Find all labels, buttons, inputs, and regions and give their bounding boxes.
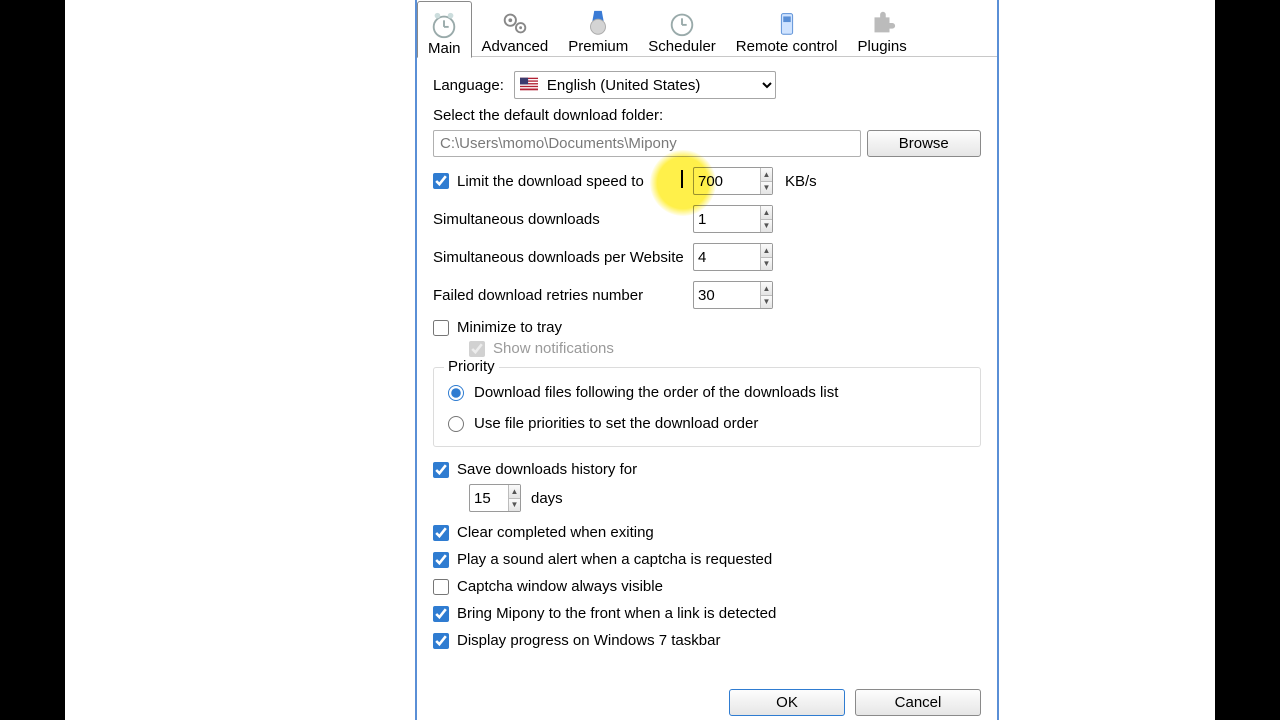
tab-label: Premium <box>568 38 628 55</box>
days-label: days <box>531 490 563 507</box>
folder-path-input[interactable] <box>433 130 861 157</box>
taskbar-progress-checkbox[interactable] <box>433 633 449 649</box>
text-cursor-icon <box>681 170 683 188</box>
tab-label: Scheduler <box>648 38 716 55</box>
flag-us-icon <box>520 77 538 91</box>
priority-legend: Priority <box>444 358 499 375</box>
retries-input[interactable] <box>694 282 760 308</box>
tab-label: Plugins <box>858 38 907 55</box>
save-history-label: Save downloads history for <box>457 461 637 478</box>
save-history-checkbox[interactable] <box>433 462 449 478</box>
captcha-visible-label: Captcha window always visible <box>457 578 663 595</box>
sim-per-site-label: Simultaneous downloads per Website <box>433 249 693 266</box>
puzzle-icon <box>867 8 897 38</box>
minimize-tray-label: Minimize to tray <box>457 319 562 336</box>
show-notifications-label: Show notifications <box>493 340 614 357</box>
kbs-label: KB/s <box>785 173 817 190</box>
tab-premium[interactable]: Premium <box>558 0 638 55</box>
medal-icon <box>583 8 613 38</box>
bring-front-checkbox[interactable] <box>433 606 449 622</box>
priority-fieldset: Priority Download files following the or… <box>433 367 981 447</box>
sound-alert-checkbox[interactable] <box>433 552 449 568</box>
retries-spinner[interactable]: ▲▼ <box>693 281 773 309</box>
limit-speed-checkbox[interactable] <box>433 173 449 189</box>
spin-down-icon[interactable]: ▼ <box>509 499 520 512</box>
remote-icon <box>772 8 802 38</box>
sim-downloads-input[interactable] <box>694 206 760 232</box>
spin-up-icon[interactable]: ▲ <box>761 244 772 258</box>
ok-button[interactable]: OK <box>729 689 845 716</box>
spin-up-icon[interactable]: ▲ <box>761 282 772 296</box>
spin-down-icon[interactable]: ▼ <box>761 220 772 233</box>
sim-downloads-spinner[interactable]: ▲▼ <box>693 205 773 233</box>
page-background: Main Advanced Premium Scheduler Remote c… <box>65 0 1215 720</box>
sim-per-site-input[interactable] <box>694 244 760 270</box>
priority-order-label: Download files following the order of th… <box>474 384 838 401</box>
tab-main[interactable]: Main <box>417 1 472 58</box>
history-days-spinner[interactable]: ▲▼ <box>469 484 521 512</box>
captcha-visible-checkbox[interactable] <box>433 579 449 595</box>
show-notifications-checkbox <box>469 341 485 357</box>
sim-per-site-spinner[interactable]: ▲▼ <box>693 243 773 271</box>
folder-label: Select the default download folder: <box>433 107 981 124</box>
history-days-input[interactable] <box>470 485 508 511</box>
spin-up-icon[interactable]: ▲ <box>509 485 520 499</box>
tab-remote[interactable]: Remote control <box>726 0 848 55</box>
limit-speed-spinner[interactable]: ▲▼ <box>693 167 773 195</box>
language-select[interactable]: English (United States) <box>514 71 776 99</box>
retries-label: Failed download retries number <box>433 287 693 304</box>
spin-up-icon[interactable]: ▲ <box>761 168 772 182</box>
tab-label: Main <box>428 40 461 57</box>
sim-downloads-label: Simultaneous downloads <box>433 211 693 228</box>
minimize-tray-checkbox[interactable] <box>433 320 449 336</box>
spin-up-icon[interactable]: ▲ <box>761 206 772 220</box>
tab-scheduler[interactable]: Scheduler <box>638 0 726 55</box>
priority-order-radio[interactable] <box>448 385 464 401</box>
browse-button[interactable]: Browse <box>867 130 981 157</box>
taskbar-progress-label: Display progress on Windows 7 taskbar <box>457 632 720 649</box>
clear-completed-label: Clear completed when exiting <box>457 524 654 541</box>
gears-icon <box>500 8 530 38</box>
tab-label: Advanced <box>482 38 549 55</box>
priority-file-radio[interactable] <box>448 416 464 432</box>
bring-front-label: Bring Mipony to the front when a link is… <box>457 605 776 622</box>
clock-icon <box>429 10 459 40</box>
sound-alert-label: Play a sound alert when a captcha is req… <box>457 551 772 568</box>
tab-advanced[interactable]: Advanced <box>472 0 559 55</box>
tab-bar: Main Advanced Premium Scheduler Remote c… <box>417 0 997 57</box>
clock-icon <box>667 8 697 38</box>
spin-down-icon[interactable]: ▼ <box>761 296 772 309</box>
spin-down-icon[interactable]: ▼ <box>761 182 772 195</box>
clear-completed-checkbox[interactable] <box>433 525 449 541</box>
language-label: Language: <box>433 77 504 94</box>
tab-label: Remote control <box>736 38 838 55</box>
options-dialog: Main Advanced Premium Scheduler Remote c… <box>415 0 999 720</box>
tab-plugins[interactable]: Plugins <box>848 0 917 55</box>
spin-down-icon[interactable]: ▼ <box>761 258 772 271</box>
dialog-body: Language: English (United States) Select… <box>417 57 997 649</box>
priority-file-label: Use file priorities to set the download … <box>474 415 758 432</box>
limit-speed-input[interactable] <box>694 168 760 194</box>
limit-speed-label: Limit the download speed to <box>457 173 644 190</box>
cancel-button[interactable]: Cancel <box>855 689 981 716</box>
